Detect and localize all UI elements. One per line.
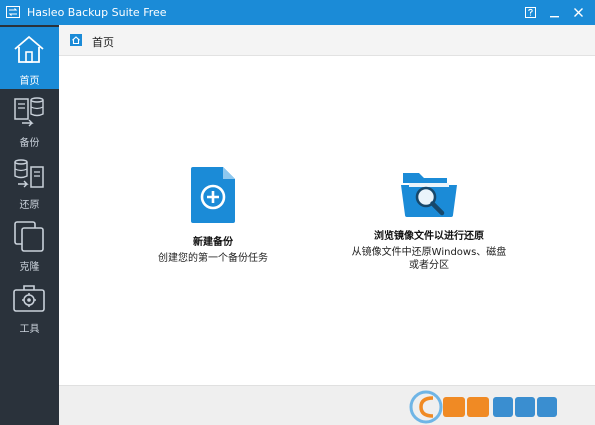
close-button[interactable] [569, 4, 587, 21]
title-bar: Hasleo Backup Suite Free [0, 0, 595, 25]
close-icon [573, 8, 583, 17]
breadcrumb: 首页 [59, 25, 595, 56]
clone-icon [14, 221, 44, 252]
sidebar-item-clone[interactable]: 克隆 [0, 213, 59, 275]
sidebar-item-label: 还原 [19, 200, 40, 211]
tools-icon [13, 285, 45, 312]
help-icon [524, 7, 536, 18]
minimize-button[interactable] [545, 4, 563, 21]
restore-icon [14, 159, 44, 188]
sidebar-item-label: 克隆 [19, 262, 40, 273]
new-backup-description: 创建您的第一个备份任务 [158, 253, 268, 264]
new-backup-file-icon[interactable] [189, 165, 237, 225]
browse-image-title[interactable]: 浏览镜像文件以进行还原 [349, 227, 509, 242]
breadcrumb-label: 首页 [92, 36, 114, 49]
home-icon [14, 35, 44, 63]
new-backup-card[interactable]: 新建备份 创建您的第一个备份任务 [143, 165, 283, 265]
new-backup-title[interactable]: 新建备份 [143, 233, 283, 248]
sidebar-item-home[interactable]: 首页 [0, 27, 59, 89]
sidebar-item-label: 备份 [19, 138, 40, 149]
browse-image-folder-icon[interactable] [399, 167, 459, 219]
minimize-icon [549, 16, 559, 18]
sidebar-item-label: 工具 [19, 324, 40, 335]
home-small-icon [70, 34, 82, 46]
sidebar-item-backup[interactable]: 备份 [0, 89, 59, 151]
app-logo-icon [6, 6, 20, 18]
browse-image-card[interactable]: 浏览镜像文件以进行还原 从镜像文件中还原Windows、磁盘或者分区 [349, 167, 509, 272]
footer-area [59, 385, 595, 425]
sidebar-item-tools[interactable]: 工具 [0, 275, 59, 337]
browse-image-description: 从镜像文件中还原Windows、磁盘或者分区 [351, 247, 507, 271]
sidebar-item-label: 首页 [19, 76, 40, 87]
window-title: Hasleo Backup Suite Free [27, 6, 167, 19]
watermark-logo-icon [409, 390, 557, 424]
sidebar: 首页 备份 还原 克隆 工具 [0, 25, 59, 425]
help-button[interactable] [521, 4, 539, 21]
sidebar-item-restore[interactable]: 还原 [0, 151, 59, 213]
main-content: 新建备份 创建您的第一个备份任务 浏览镜像文件以进行还原 从镜像文件中还原Win… [59, 57, 595, 385]
backup-icon [14, 97, 44, 127]
